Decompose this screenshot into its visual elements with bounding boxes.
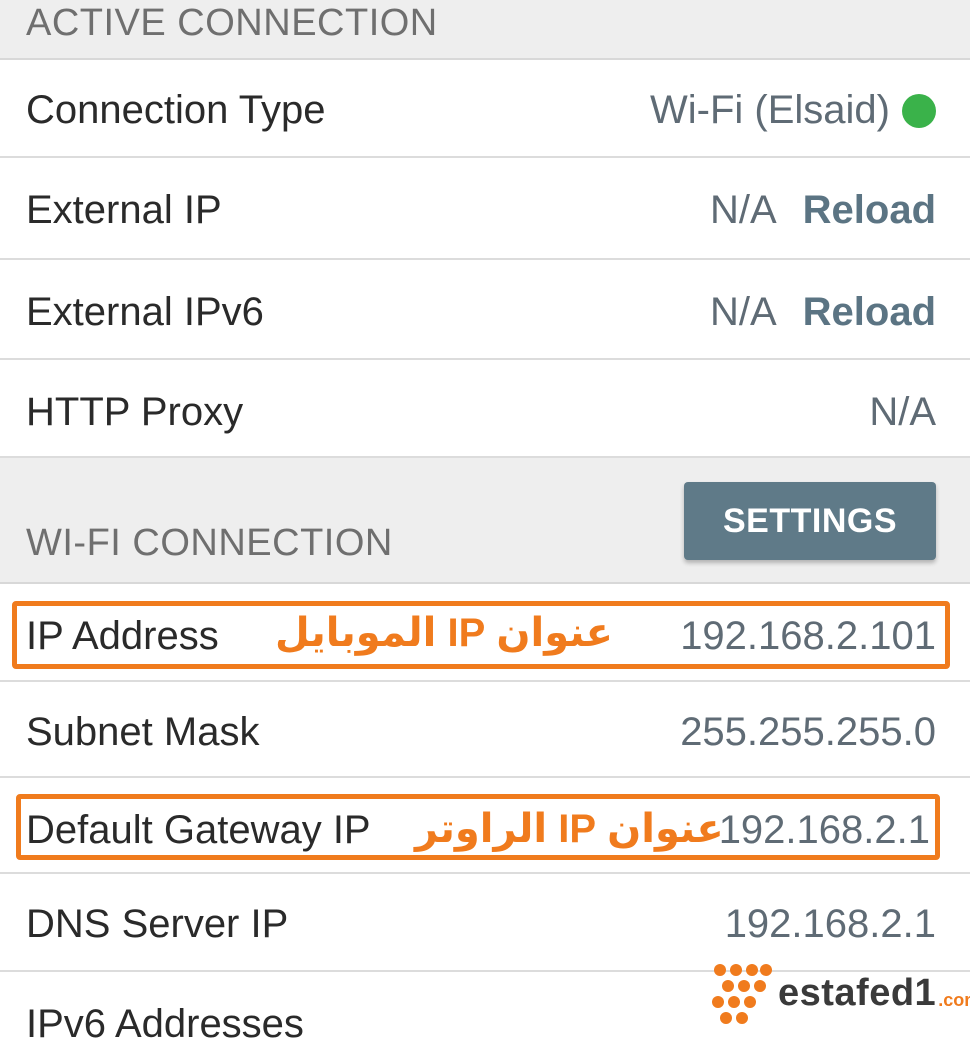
connection-type-label: Connection Type (26, 88, 326, 132)
external-ipv6-value-group: N/A Reload (710, 290, 936, 335)
wifi-connection-title: WI-FI CONNECTION (26, 522, 393, 564)
external-ip-row: External IP N/A Reload (0, 158, 970, 260)
estafed-logo: estafed1 .com (708, 962, 970, 1024)
status-dot-icon (902, 93, 936, 128)
ip-address-note: عنوان IP الموبايل (275, 611, 613, 655)
active-connection-header: ACTIVE CONNECTION (0, 0, 970, 60)
logo-suffix-text: .com (938, 989, 970, 1010)
connection-type-value: Wi-Fi (Elsaid) (650, 88, 890, 132)
external-ip-label: External IP (26, 188, 222, 232)
external-ip-reload-button[interactable]: Reload (803, 188, 936, 233)
dns-server-label: DNS Server IP (26, 902, 289, 946)
subnet-mask-row: Subnet Mask 255.255.255.0 (0, 682, 970, 778)
connection-type-row: Connection Type Wi-Fi (Elsaid) (0, 60, 970, 158)
ipv6-addresses-label: IPv6 Addresses (26, 1002, 304, 1046)
logo-dots-icon (712, 964, 772, 1024)
subnet-mask-value: 255.255.255.0 (680, 710, 936, 754)
external-ipv6-row: External IPv6 N/A Reload (0, 260, 970, 360)
http-proxy-row: HTTP Proxy N/A (0, 360, 970, 458)
logo-brand-text: estafed1 (778, 971, 937, 1014)
external-ip-value-group: N/A Reload (710, 188, 936, 233)
dns-server-row: DNS Server IP 192.168.2.1 (0, 874, 970, 972)
external-ipv6-value: N/A (709, 290, 777, 334)
http-proxy-label: HTTP Proxy (26, 390, 244, 434)
default-gateway-note: عنوان IP الراوتر (415, 807, 724, 851)
settings-button[interactable]: SETTINGS (684, 482, 936, 560)
active-connection-title: ACTIVE CONNECTION (26, 2, 438, 44)
dns-server-value: 192.168.2.1 (724, 902, 936, 946)
http-proxy-value: N/A (869, 390, 936, 434)
external-ip-value: N/A (709, 188, 777, 232)
external-ipv6-reload-button[interactable]: Reload (803, 290, 936, 335)
external-ipv6-label: External IPv6 (26, 290, 264, 334)
subnet-mask-label: Subnet Mask (26, 710, 260, 754)
connection-type-value-group: Wi-Fi (Elsaid) (650, 88, 936, 133)
